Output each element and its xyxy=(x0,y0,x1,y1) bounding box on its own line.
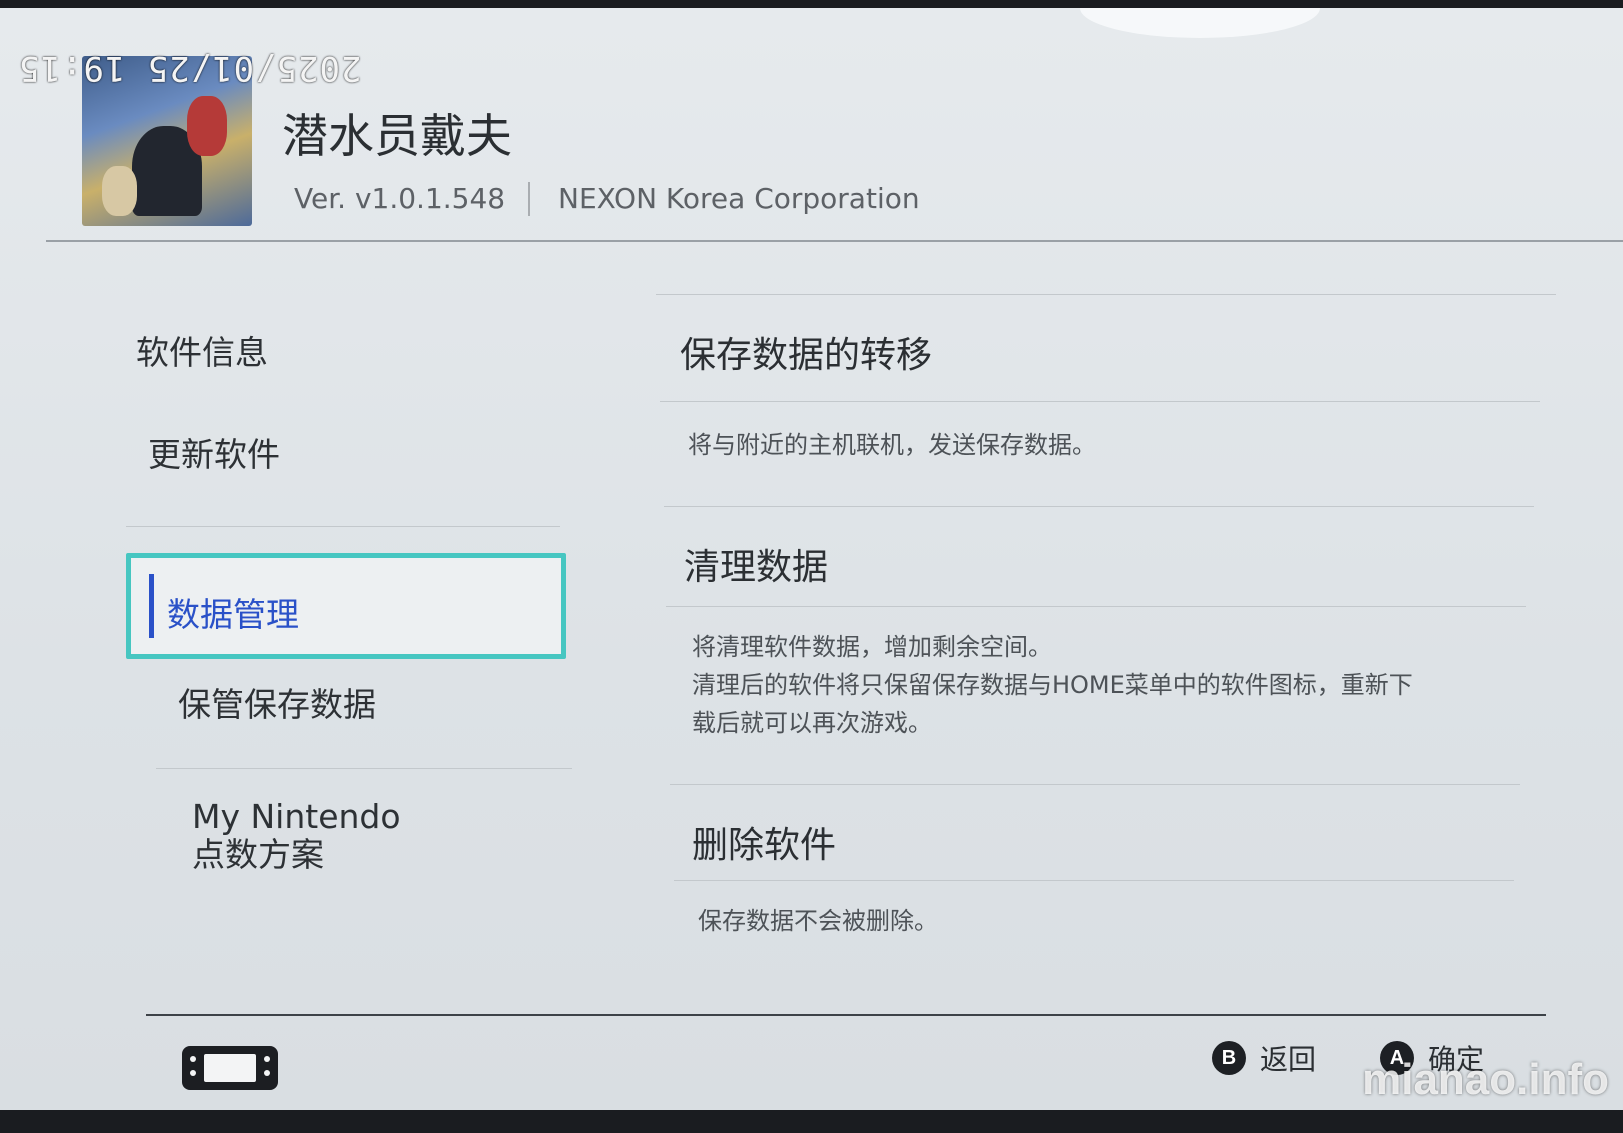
sidebar-item-label-line2: 点数方案 xyxy=(192,835,324,874)
sidebar-item-label-line1: My Nintendo xyxy=(192,797,401,836)
sidebar-divider xyxy=(126,526,560,527)
sidebar-item-update-software[interactable]: 更新软件 xyxy=(148,428,280,476)
description-line: 将与附近的主机联机，发送保存数据。 xyxy=(688,431,1096,459)
watermark: mianao.info xyxy=(1362,1055,1609,1104)
content-divider xyxy=(670,784,1520,785)
content-divider xyxy=(666,606,1526,607)
sidebar-item-label: 软件信息 xyxy=(136,333,268,372)
sidebar-item-software-info[interactable]: 软件信息 xyxy=(136,326,268,374)
delete-software-option[interactable]: 删除软件 xyxy=(692,816,836,868)
content-divider xyxy=(674,880,1514,881)
sidebar-item-label: 数据管理 xyxy=(167,595,299,634)
description-line: 保存数据不会被删除。 xyxy=(698,907,938,935)
sidebar-item-data-management[interactable]: 数据管理 xyxy=(126,553,566,659)
screen-glare xyxy=(1080,8,1320,38)
content-divider xyxy=(660,401,1540,402)
description-line: 清理后的软件将只保留保存数据与HOME菜单中的软件图标，重新下 xyxy=(692,671,1413,699)
b-button-icon: B xyxy=(1212,1041,1246,1075)
switch-screen: 潜水员戴夫 Ver. v1.0.1.548 NEXON Korea Corpor… xyxy=(0,8,1623,1110)
content-divider xyxy=(656,294,1556,295)
description-line: 将清理软件数据，增加剩余空间。 xyxy=(692,633,1052,661)
version-label: Ver. v1.0.1.548 xyxy=(294,182,506,215)
footer-separator xyxy=(146,1014,1546,1016)
description-line: 载后就可以再次游戏。 xyxy=(692,709,932,737)
archive-software-description: 将清理软件数据，增加剩余空间。 清理后的软件将只保留保存数据与HOME菜单中的软… xyxy=(692,628,1413,742)
content-divider xyxy=(664,506,1534,507)
back-button[interactable]: B 返回 xyxy=(1212,1038,1316,1078)
publisher-label: NEXON Korea Corporation xyxy=(558,182,920,215)
transfer-save-data-option[interactable]: 保存数据的转移 xyxy=(680,326,932,378)
header-separator xyxy=(46,240,1623,242)
delete-software-description: 保存数据不会被删除。 xyxy=(698,902,938,940)
game-title: 潜水员戴夫 xyxy=(282,109,512,163)
back-label: 返回 xyxy=(1260,1043,1317,1076)
sidebar-item-label: 更新软件 xyxy=(148,435,280,474)
handheld-console-icon xyxy=(182,1046,278,1090)
timestamp-overlay: 2025/01/25 19:15 xyxy=(18,48,362,88)
sidebar-item-my-nintendo-points[interactable]: My Nintendo 点数方案 xyxy=(192,798,401,874)
archive-software-option[interactable]: 清理数据 xyxy=(684,538,828,590)
header-divider xyxy=(528,182,530,216)
sidebar-item-label: 保管保存数据 xyxy=(178,685,376,724)
transfer-save-data-description: 将与附近的主机联机，发送保存数据。 xyxy=(688,426,1096,464)
sidebar-divider xyxy=(156,768,572,769)
sidebar-item-save-data-cloud[interactable]: 保管保存数据 xyxy=(178,678,376,726)
selection-bar xyxy=(149,574,154,638)
